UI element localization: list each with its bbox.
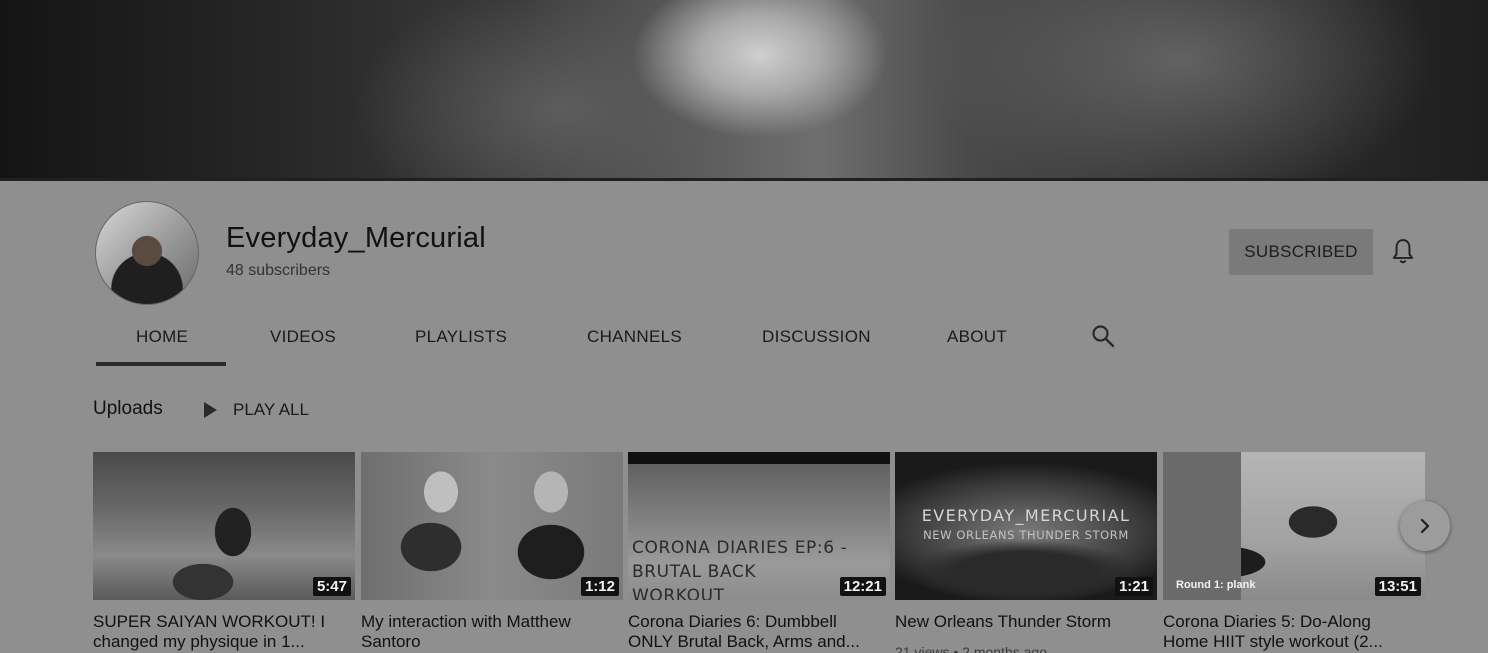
thumbnail-caption: CORONA DIARIES EP:6 - BRUTAL BACK WORKOU… <box>632 536 852 600</box>
chevron-right-icon <box>1420 518 1430 534</box>
tab-about[interactable]: ABOUT <box>947 310 1007 364</box>
video-thumbnail[interactable]: EVERYDAY_MERCURIAL NEW ORLEANS THUNDER S… <box>895 452 1157 600</box>
channel-avatar[interactable] <box>95 201 199 305</box>
video-title-line: Corona Diaries 6: Dumbbell <box>628 612 837 631</box>
channel-tabs: HOME VIDEOS PLAYLISTS CHANNELS DISCUSSIO… <box>0 310 1488 366</box>
channel-page: Everyday_Mercurial 48 subscribers SUBSCR… <box>0 0 1488 653</box>
active-tab-indicator <box>96 362 226 366</box>
search-icon[interactable] <box>1090 323 1116 349</box>
video-thumbnail[interactable]: 1:12 <box>361 452 623 600</box>
video-title-line: New Orleans Thunder Storm <box>895 612 1112 631</box>
thumbnail-caption-line: BRUTAL BACK WORKOUT <box>632 562 757 600</box>
bell-icon[interactable] <box>1390 238 1416 266</box>
video-meta: 21 views • 2 months ago <box>895 644 1047 653</box>
uploads-heading[interactable]: Uploads <box>93 398 163 420</box>
subscribed-button[interactable]: SUBSCRIBED <box>1229 229 1373 275</box>
channel-banner <box>0 0 1488 181</box>
thumbnail-overlay-subtitle: NEW ORLEANS THUNDER STORM <box>923 528 1129 542</box>
video-title[interactable]: My interaction with Matthew Santoro <box>361 612 601 652</box>
video-thumbnail[interactable]: CORONA DIARIES EP:6 - BRUTAL BACK WORKOU… <box>628 452 890 600</box>
next-videos-button[interactable] <box>1400 501 1450 551</box>
channel-name: Everyday_Mercurial <box>226 222 486 254</box>
play-all-button[interactable]: PLAY ALL <box>204 400 309 420</box>
tab-home[interactable]: HOME <box>136 310 188 364</box>
subscriber-count: 48 subscribers <box>226 262 331 279</box>
video-title[interactable]: Corona Diaries 6: Dumbbell ONLY Brutal B… <box>628 612 868 652</box>
video-title[interactable]: Corona Diaries 5: Do-Along Home HIIT sty… <box>1163 612 1403 652</box>
video-title-line: Home HIIT style workout (2... <box>1163 632 1383 651</box>
video-title-line: Corona Diaries 5: Do-Along <box>1163 612 1371 631</box>
video-title[interactable]: New Orleans Thunder Storm <box>895 612 1135 632</box>
play-all-label: PLAY ALL <box>233 400 309 419</box>
play-icon <box>204 402 217 418</box>
video-thumbnail[interactable]: 5:47 <box>93 452 355 600</box>
thumbnail-overlay-label: Round 1: plank <box>1176 579 1256 591</box>
video-title[interactable]: SUPER SAIYAN WORKOUT! I changed my physi… <box>93 612 333 652</box>
tab-channels[interactable]: CHANNELS <box>587 310 682 364</box>
thumbnail-caption-line: CORONA DIARIES EP:6 - <box>632 538 848 558</box>
video-title-line: Santoro <box>361 632 421 651</box>
video-title-line: ONLY Brutal Back, Arms and... <box>628 632 860 651</box>
video-duration: 12:21 <box>839 577 886 596</box>
video-title-line: changed my physique in 1... <box>93 632 305 651</box>
tab-playlists[interactable]: PLAYLISTS <box>415 310 507 364</box>
video-duration: 1:12 <box>580 577 619 596</box>
video-title-line: My interaction with Matthew <box>361 612 571 631</box>
video-title-line: SUPER SAIYAN WORKOUT! I <box>93 612 326 631</box>
video-duration: 13:51 <box>1374 577 1421 596</box>
video-thumbnail[interactable]: Round 1: plank 13:51 <box>1163 452 1425 600</box>
tab-videos[interactable]: VIDEOS <box>270 310 336 364</box>
tab-discussion[interactable]: DISCUSSION <box>762 310 871 364</box>
video-duration: 1:21 <box>1114 577 1153 596</box>
thumbnail-overlay-title: EVERYDAY_MERCURIAL <box>921 506 1131 525</box>
video-duration: 5:47 <box>312 577 351 596</box>
